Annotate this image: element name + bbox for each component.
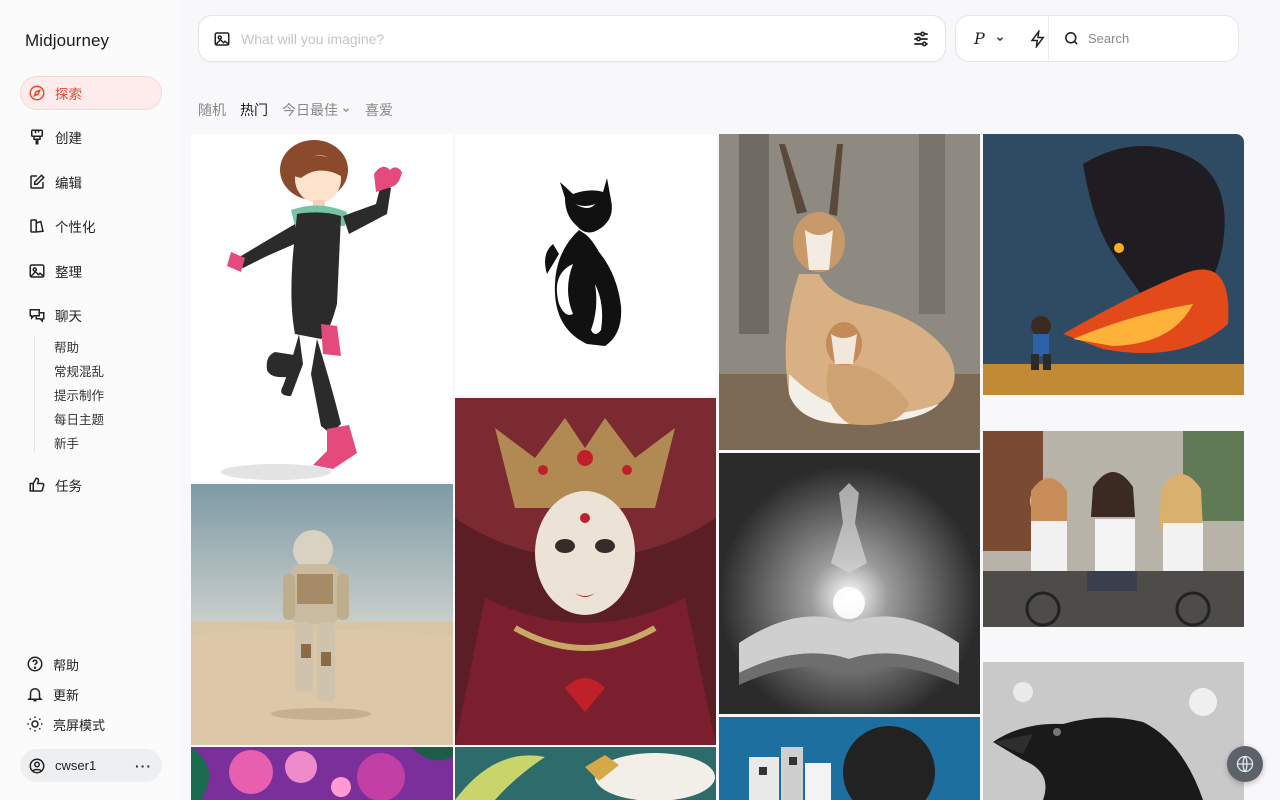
banana-clouds-illustration — [455, 747, 716, 800]
nav-chat[interactable]: 聊天 — [20, 298, 162, 332]
bell-icon — [27, 688, 43, 702]
thumbs-up-icon — [29, 477, 45, 492]
nav-edit[interactable]: 编辑 — [20, 165, 162, 199]
colorful-floral-illustration — [191, 747, 453, 800]
chevron-down-icon — [343, 108, 349, 113]
chevron-down-icon — [996, 36, 1003, 41]
search-icon — [1065, 32, 1078, 45]
globe-icon — [1236, 755, 1254, 773]
chat-room-general-chaos[interactable]: 常规混乱 — [35, 360, 154, 384]
model-selector[interactable]: P — [956, 16, 1049, 61]
tab-likes[interactable]: 喜爱 — [365, 100, 393, 120]
updates-label: 更新 — [53, 687, 80, 703]
chat-room-daily-theme[interactable]: 每日主题 — [35, 408, 154, 432]
tab-hot[interactable]: 热门 — [240, 100, 268, 120]
black-cat-logo-illustration — [455, 134, 716, 395]
light-mode-toggle[interactable]: 亮屏模式 — [26, 712, 105, 736]
lightning-icon[interactable] — [1029, 29, 1047, 48]
model-letter: P — [974, 29, 985, 48]
feed-tabs: 随机 热门 今日最佳 喜爱 — [198, 100, 393, 120]
prompt-bar — [198, 15, 946, 62]
nav-label: 创建 — [55, 131, 82, 146]
gallery-image-girls-on-bicycles[interactable] — [983, 431, 1244, 627]
nav-label: 任务 — [55, 479, 82, 494]
nav-explore[interactable]: 探索 — [20, 76, 162, 110]
astronaut-desert-illustration — [191, 484, 453, 745]
tab-top-today-label: 今日最佳 — [282, 102, 338, 118]
more-options-button[interactable]: ··· — [135, 758, 152, 774]
gallery-image-banana-clouds[interactable] — [455, 747, 716, 800]
toolbar-right: P — [955, 15, 1239, 62]
chat-icon — [29, 309, 45, 323]
gallery-image-gazelles[interactable] — [719, 134, 980, 450]
nav-label: 探索 — [55, 87, 82, 102]
gallery-image-colorful-floral[interactable] — [191, 747, 453, 800]
gallery-image-astronaut-desert[interactable] — [191, 484, 453, 745]
help-label: 帮助 — [53, 657, 80, 673]
brand-logo[interactable]: Midjourney — [25, 31, 109, 51]
nav-create[interactable]: 创建 — [20, 120, 162, 154]
black-crow-illustration — [983, 662, 1244, 800]
nav-label: 编辑 — [55, 176, 82, 191]
fire-monster-illustration — [983, 134, 1244, 395]
paintbrush-icon — [31, 129, 43, 145]
girls-on-bicycles-illustration — [983, 431, 1244, 627]
image-icon — [29, 264, 45, 278]
user-avatar-icon — [29, 758, 45, 773]
light-mode-label: 亮屏模式 — [53, 717, 106, 733]
sun-icon — [27, 716, 43, 732]
image-upload-icon[interactable] — [213, 30, 231, 48]
settings-sliders-icon[interactable] — [911, 29, 931, 49]
tab-top-today[interactable]: 今日最佳 — [282, 100, 351, 120]
gallery-image-black-crow[interactable] — [983, 662, 1244, 800]
chat-room-list: 帮助 常规混乱 提示制作 每日主题 新手 — [34, 336, 154, 452]
personalize-icon — [30, 219, 44, 233]
globe-button[interactable] — [1227, 746, 1263, 782]
chat-room-newbies[interactable]: 新手 — [35, 432, 154, 456]
chat-room-prompt-craft[interactable]: 提示制作 — [35, 384, 154, 408]
compass-icon — [29, 85, 45, 101]
nav-personalize[interactable]: 个性化 — [20, 209, 162, 243]
gallery-image-curly-hair-collage[interactable] — [719, 717, 980, 800]
help-icon — [27, 656, 43, 672]
username: cwser1 — [55, 758, 97, 773]
anime-hero-girl-illustration — [191, 134, 453, 482]
queen-of-hearts-illustration — [455, 398, 716, 745]
edit-icon — [30, 174, 45, 189]
user-menu[interactable]: cwser1 ··· — [20, 749, 162, 782]
gallery-image-fire-monster[interactable] — [983, 134, 1244, 395]
chat-room-help[interactable]: 帮助 — [35, 336, 154, 360]
tab-random[interactable]: 随机 — [198, 100, 226, 120]
gallery-image-anime-hero-girl[interactable] — [191, 134, 453, 482]
prompt-input[interactable] — [241, 30, 911, 47]
nav-label: 聊天 — [55, 309, 82, 324]
search-box[interactable] — [1049, 16, 1238, 61]
gazelles-illustration — [719, 134, 980, 450]
search-input[interactable] — [1088, 31, 1238, 46]
nav-label: 个性化 — [55, 220, 96, 235]
nav-organize[interactable]: 整理 — [20, 254, 162, 288]
gallery-image-black-cat-logo[interactable] — [455, 134, 716, 395]
gallery-image-queen-of-hearts-portrait[interactable] — [455, 398, 716, 745]
updates-link[interactable]: 更新 — [26, 682, 79, 706]
curly-hair-collage-illustration — [719, 717, 980, 800]
help-link[interactable]: 帮助 — [26, 652, 79, 676]
nav-tasks[interactable]: 任务 — [20, 468, 162, 502]
magic-book-illustration — [719, 453, 980, 714]
sidebar: Midjourney 探索 创建 编辑 个性化 整理 聊天 帮助 常规混乱 提示… — [0, 0, 180, 800]
nav-label: 整理 — [55, 265, 82, 280]
gallery-image-magic-book[interactable] — [719, 453, 980, 714]
